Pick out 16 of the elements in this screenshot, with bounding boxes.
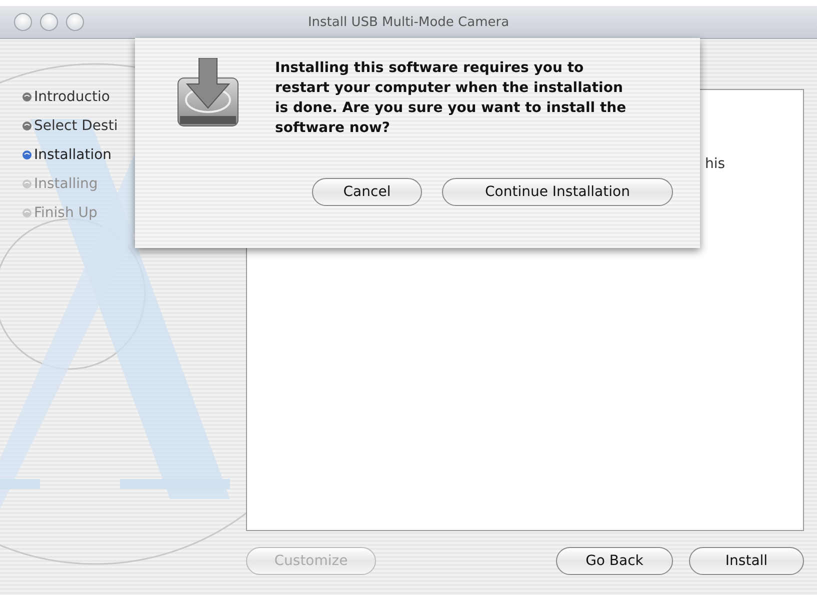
install-button[interactable]: Install [689, 547, 804, 575]
panel-text: his [705, 156, 726, 172]
disk-download-icon [175, 58, 241, 128]
step-label: Installation [34, 147, 112, 163]
step-label: Finish Up [34, 205, 98, 221]
minimize-button[interactable] [40, 13, 58, 31]
window-title: Install USB Multi-Mode Camera [308, 14, 510, 30]
continue-button[interactable]: Continue Installation [442, 178, 673, 206]
step-label: Installing [34, 176, 98, 192]
zoom-button[interactable] [66, 13, 84, 31]
cancel-button[interactable]: Cancel [312, 178, 422, 206]
go-back-button[interactable]: Go Back [556, 547, 673, 575]
step-label: Select Desti [34, 118, 118, 134]
close-button[interactable] [14, 13, 32, 31]
step-label: Introductio [34, 89, 110, 105]
alert-message: Installing this software requires you to restart your computer when the installation is done. Are you sure you want to install the software now? [275, 59, 628, 138]
